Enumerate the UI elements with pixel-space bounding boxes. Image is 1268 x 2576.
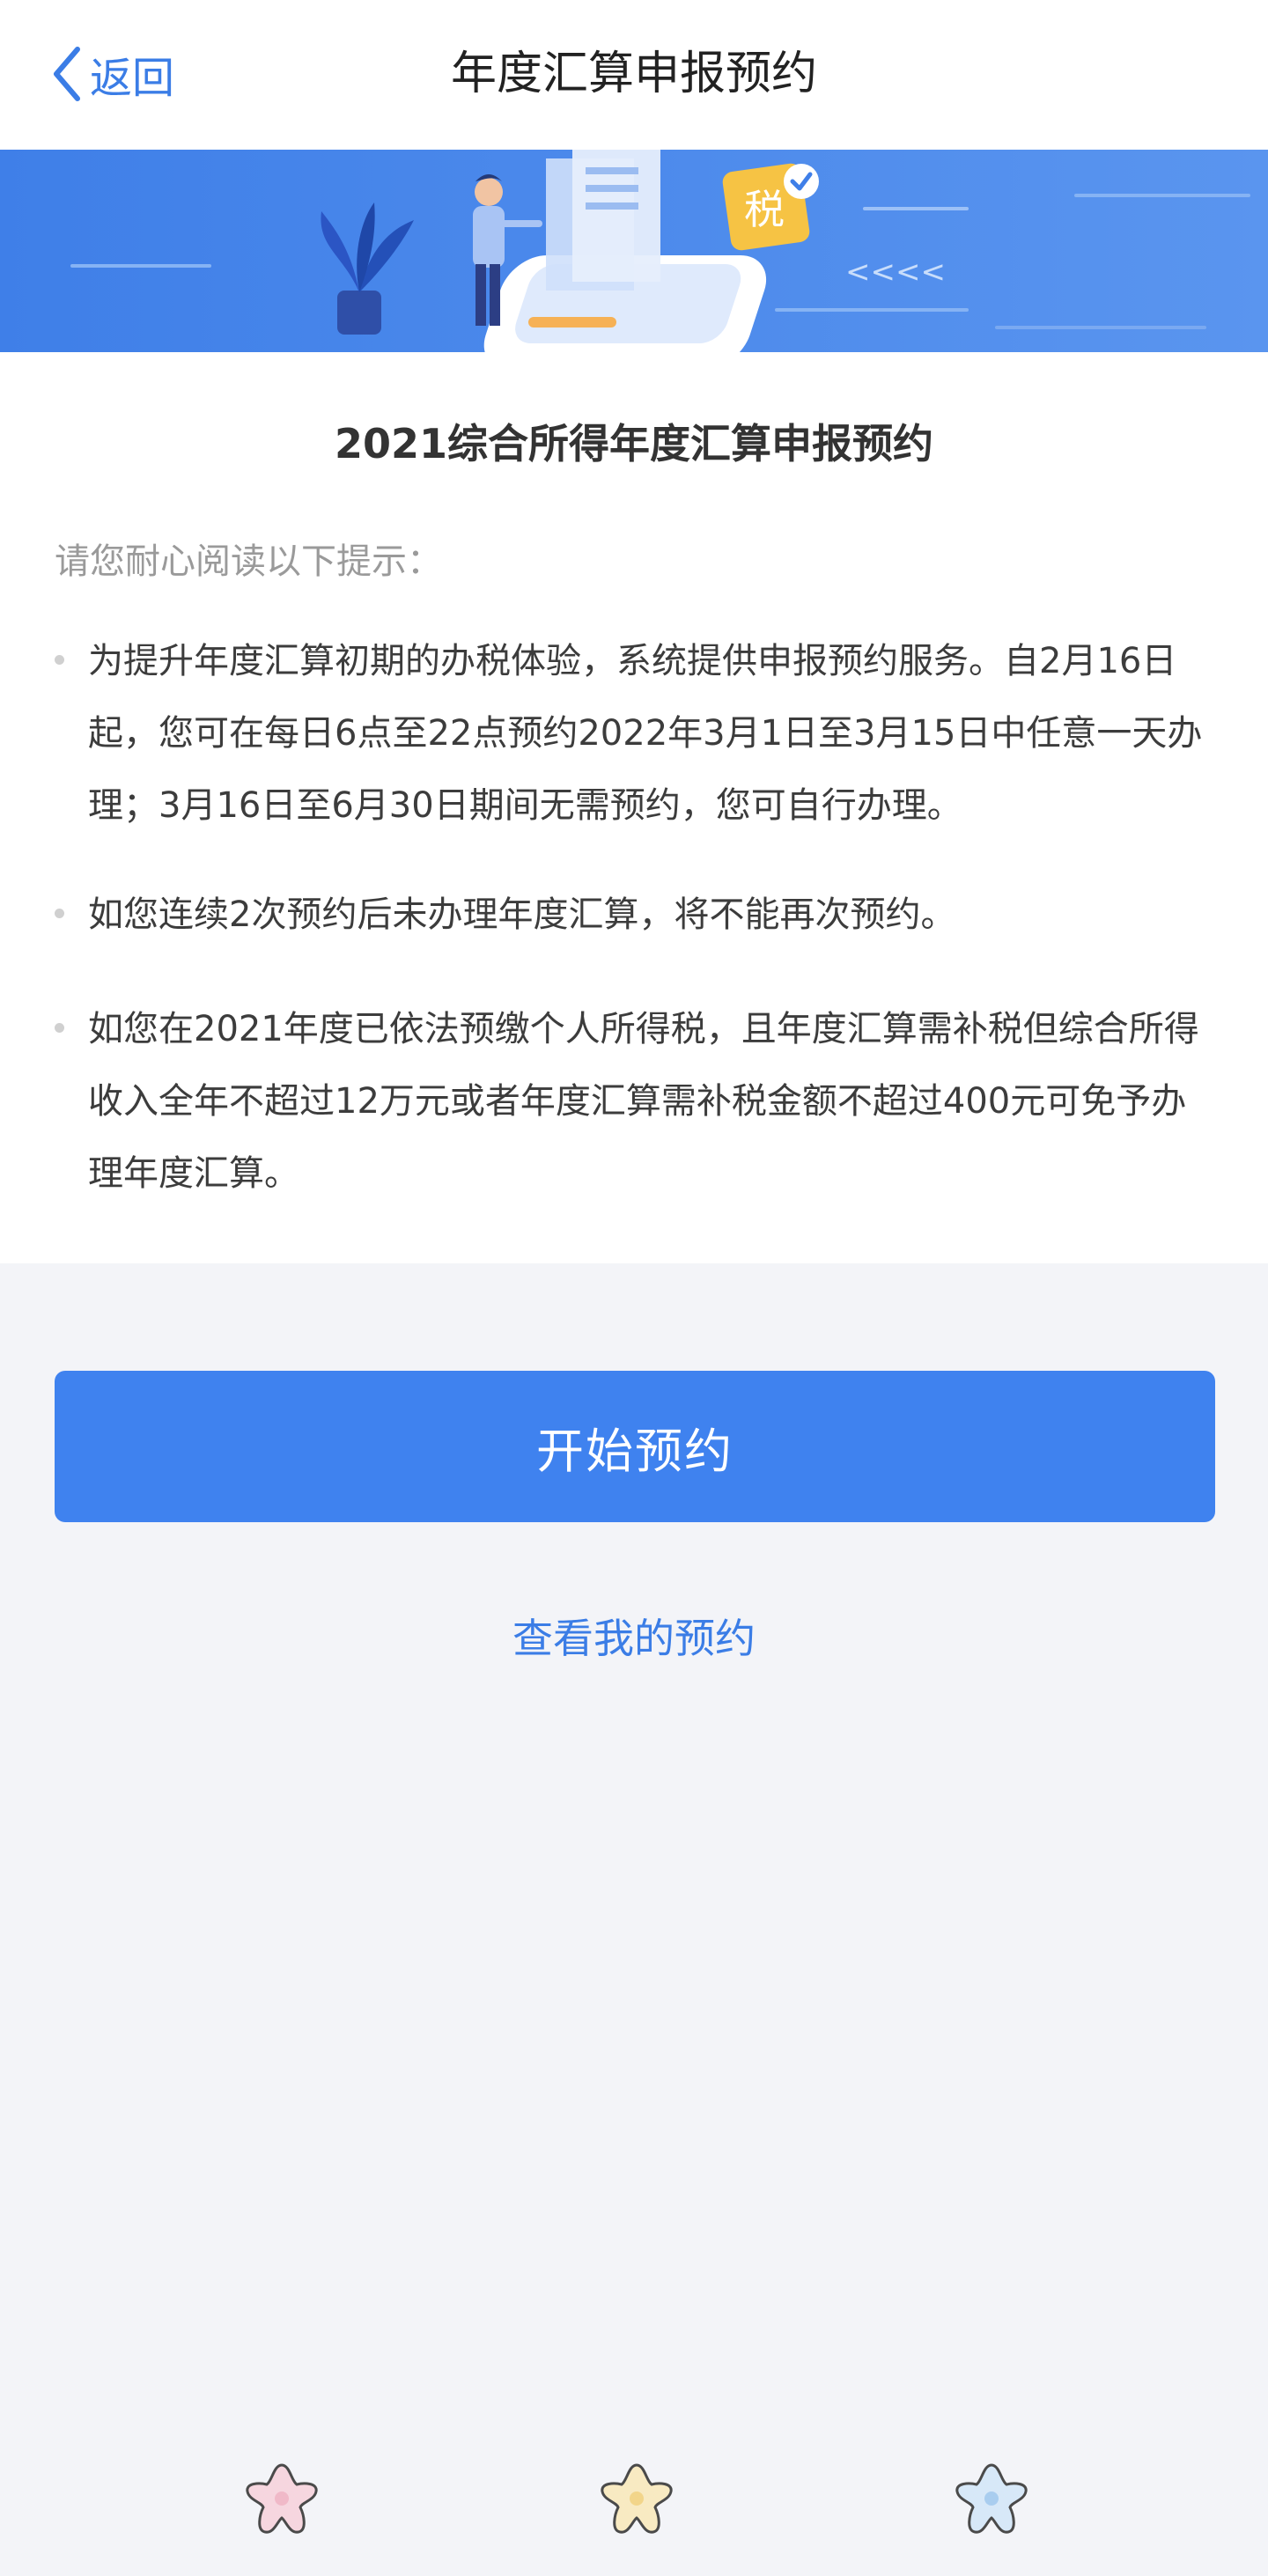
bullet-dot xyxy=(55,909,64,918)
banner-illustration: <<<< 税 xyxy=(0,150,1268,352)
start-appointment-button[interactable]: 开始预约 xyxy=(55,1371,1215,1522)
yellow-flower-icon xyxy=(601,2463,673,2534)
page-title: 年度汇算申报预约 xyxy=(450,48,817,100)
tax-badge-icon: 税 xyxy=(722,163,819,251)
notice-text: 为提升年度汇算初期的办税体验，系统提供申报预约服务。自2月16日起，您可在每日6… xyxy=(88,641,1203,826)
banner-arrows: <<<< xyxy=(845,254,946,290)
banner: <<<< 税 xyxy=(0,150,1268,352)
bullet-dot xyxy=(55,1023,64,1033)
blue-flower-icon xyxy=(955,2463,1028,2534)
notice-item: 为提升年度汇算初期的办税体验，系统提供申报预约服务。自2月16日起，您可在每日6… xyxy=(55,625,1215,842)
tax-badge-label: 税 xyxy=(744,186,785,233)
notice-text: 如您连续2次预约后未办理年度汇算，将不能再次预约。 xyxy=(88,894,956,935)
view-my-appointments-link[interactable]: 查看我的预约 xyxy=(0,1607,1268,1665)
pink-flower-icon xyxy=(246,2463,318,2534)
nav-bar: 返回 年度汇算申报预约 xyxy=(0,0,1268,150)
section-heading: 2021综合所得年度汇算申报预约 xyxy=(334,420,934,467)
notice-item: 如您在2021年度已依法预缴个人所得税，且年度汇算需补税但综合所得收入全年不超过… xyxy=(55,993,1215,1210)
notice-text: 如您在2021年度已依法预缴个人所得税，且年度汇算需补税但综合所得收入全年不超过… xyxy=(88,1009,1199,1194)
hint-intro: 请您耐心阅读以下提示： xyxy=(55,541,442,582)
bullet-dot xyxy=(55,655,64,665)
notice-item: 如您连续2次预约后未办理年度汇算，将不能再次预约。 xyxy=(55,879,1215,951)
content-card: 2021综合所得年度汇算申报预约 请您耐心阅读以下提示： 为提升年度汇算初期的办… xyxy=(0,352,1268,1263)
